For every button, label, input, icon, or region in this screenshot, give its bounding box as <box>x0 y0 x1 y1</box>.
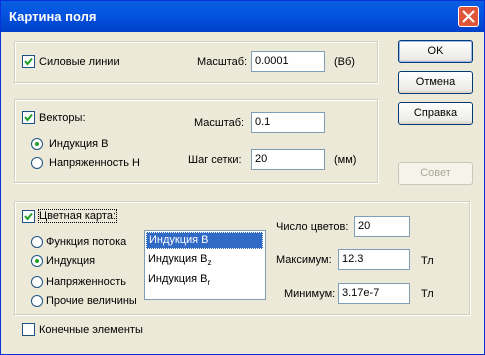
vectors-scale-label: Масштаб: <box>194 117 245 129</box>
color-map-radio-induction-label: Индукция <box>46 255 96 267</box>
field-lines-scale-input[interactable]: 0.0001 <box>251 51 325 72</box>
vectors-radio-induction-label: Индукция B <box>49 138 109 150</box>
color-map-radio-flux-label: Функция потока <box>46 236 127 248</box>
color-map-radio-other[interactable] <box>31 295 43 307</box>
finite-elements-label: Конечные элементы <box>39 324 143 336</box>
checkmark-icon <box>24 57 33 66</box>
dialog-window: Картина поля Силовые линии Масштаб: 0.00… <box>0 0 485 355</box>
vectors-radio-induction[interactable] <box>31 138 43 150</box>
ok-button[interactable]: OK <box>398 40 473 63</box>
vectors-label: Векторы: <box>39 112 86 124</box>
vectors-grid-label: Шаг сетки: <box>188 154 242 166</box>
list-item-label: Индукция B <box>149 234 209 246</box>
min-unit: Тл <box>421 288 434 300</box>
vectors-unit: (мм) <box>334 154 357 166</box>
field-lines-checkbox[interactable] <box>22 55 35 68</box>
num-colors-input[interactable]: 20 <box>354 216 410 237</box>
min-label: Минимум: <box>284 288 336 300</box>
list-item[interactable]: Индукция B <box>146 232 263 249</box>
vectors-radio-strength[interactable] <box>31 157 43 169</box>
max-input[interactable]: 12.3 <box>338 249 410 270</box>
list-item-subscript: z <box>207 258 212 268</box>
min-input[interactable]: 3.17e-7 <box>338 283 410 304</box>
field-lines-unit: (Вб) <box>334 56 355 68</box>
list-item-subscript: r <box>207 278 211 288</box>
list-item[interactable]: Индукция Br <box>146 272 263 289</box>
checkmark-icon <box>24 212 33 221</box>
vectors-grid-input[interactable]: 20 <box>251 149 325 170</box>
advice-button[interactable]: Совет <box>398 162 473 185</box>
color-map-radio-induction[interactable] <box>31 255 43 267</box>
color-map-checkbox[interactable] <box>22 210 35 223</box>
vectors-scale-input[interactable]: 0.1 <box>251 112 325 133</box>
max-unit: Тл <box>421 255 434 267</box>
num-colors-label: Число цветов: <box>276 221 349 233</box>
color-map-radio-strength-label: Напряженность <box>46 276 126 288</box>
max-label: Максимум: <box>276 254 332 266</box>
cancel-button[interactable]: Отмена <box>398 71 473 94</box>
close-icon <box>462 10 475 23</box>
color-map-label: Цветная карта: <box>38 209 117 223</box>
quantity-listbox[interactable]: Индукция B Индукция Bz Индукция Br <box>144 230 266 300</box>
vectors-checkbox[interactable] <box>22 111 35 124</box>
color-map-radio-other-label: Прочие величины <box>46 295 137 307</box>
field-lines-scale-label: Масштаб: <box>197 56 248 68</box>
close-button[interactable] <box>458 6 479 27</box>
color-map-radio-strength[interactable] <box>31 276 43 288</box>
list-item-label: Индукция B <box>148 253 208 265</box>
window-title: Картина поля <box>9 9 97 24</box>
list-item[interactable]: Индукция Bz <box>146 252 263 269</box>
vectors-radio-strength-label: Напряженность H <box>49 157 140 169</box>
help-button[interactable]: Справка <box>398 102 473 125</box>
checkmark-icon <box>24 113 33 122</box>
title-bar: Картина поля <box>1 1 484 32</box>
field-lines-label: Силовые линии <box>39 56 120 68</box>
finite-elements-checkbox[interactable] <box>22 323 35 336</box>
list-item-label: Индукция B <box>148 273 208 285</box>
color-map-radio-flux[interactable] <box>31 236 43 248</box>
